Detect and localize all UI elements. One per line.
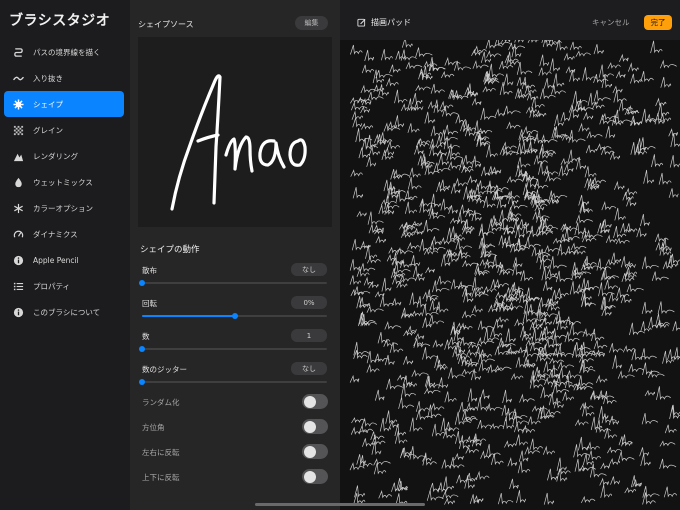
apple-pencil-icon [12,254,24,266]
edit-pencil-icon [357,18,366,27]
count-jitter-value[interactable]: なし [291,362,327,375]
sidebar-item-wet-mix[interactable]: ウェットミックス [4,169,124,195]
done-button[interactable]: 完了 [644,15,672,30]
rotation-slider[interactable] [142,313,327,319]
sidebar-item-apple-pencil[interactable]: Apple Pencil [4,247,124,273]
drawing-pad-title-group: 描画パッド [357,17,411,28]
toggle-knob [303,470,316,483]
sidebar-item-color-options[interactable]: カラーオプション [4,195,124,221]
shape-source-preview[interactable] [138,37,332,227]
brush-stroke-texture [349,31,680,506]
sidebar-item-label: パスの境界線を描く [33,47,101,57]
shape-gear-icon [12,98,24,110]
stroke-path-icon [12,46,24,58]
taper-icon [12,72,24,84]
scatter-label: 散布 [142,266,157,275]
scatter-value[interactable]: なし [291,263,327,276]
rotation-slider-row: 回転 0% [140,296,330,328]
sidebar-item-label: ダイナミクス [33,229,78,239]
scatter-slider-row: 散布 なし [139,263,330,295]
shape-settings-panel: シェイプソース 編集 シェイプの動作 散布 なし 回転 0% 数 1 数のジッタ… [130,0,340,510]
cancel-button[interactable]: キャンセル [592,17,630,28]
count-slider[interactable] [139,346,327,352]
sidebar-item-label: このブラシについて [33,307,101,317]
sidebar: ブラシスタジオ パスの境界線を描く 入り抜き シェイプ グレイン レンダリング … [0,0,130,510]
sidebar-item-label: 入り抜き [33,73,63,83]
rotation-label: 回転 [142,299,157,308]
azimuth-label: 方位角 [142,423,165,432]
flip-x-toggle[interactable] [302,444,328,459]
count-slider-row: 数 1 [139,329,330,361]
toggle-knob [303,420,316,433]
flip-y-toggle-row: 上下に反転 [140,469,330,487]
toggle-knob [303,395,316,408]
info-icon [12,306,24,318]
color-options-icon [12,202,24,214]
sidebar-list: パスの境界線を描く 入り抜き シェイプ グレイン レンダリング ウェットミックス… [4,39,124,325]
properties-list-icon [12,280,24,292]
dynamics-icon [12,228,24,240]
drawing-pad-header: 描画パッド キャンセル 完了 [340,0,680,40]
rotation-slider-knob[interactable] [231,313,238,319]
toggle-knob [303,445,316,458]
grain-icon [12,124,24,136]
flip-x-label: 左右に反転 [142,448,180,457]
scatter-slider[interactable] [139,280,327,286]
sidebar-item-label: プロパティ [33,281,71,291]
sidebar-item-grain[interactable]: グレイン [4,117,124,143]
flip-y-label: 上下に反転 [142,473,180,482]
randomize-label: ランダム化 [142,398,180,407]
sidebar-item-label: カラーオプション [33,203,93,213]
count-slider-knob[interactable] [139,346,145,352]
sidebar-item-label: ウェットミックス [33,177,93,187]
sidebar-item-rendering[interactable]: レンダリング [4,143,124,169]
sidebar-item-taper[interactable]: 入り抜き [4,65,124,91]
sidebar-item-dynamics[interactable]: ダイナミクス [4,221,124,247]
count-jitter-slider[interactable] [139,379,327,385]
count-jitter-slider-row: 数のジッター なし [139,362,330,394]
sidebar-item-label: グレイン [33,125,63,135]
count-label: 数 [142,332,150,341]
sidebar-item-label: シェイプ [33,99,63,109]
sidebar-item-about[interactable]: このブラシについて [4,299,124,325]
home-indicator [255,503,425,506]
count-value[interactable]: 1 [291,329,327,342]
sidebar-item-shape[interactable]: シェイプ [4,91,124,117]
azimuth-toggle-row: 方位角 [140,419,330,437]
drawing-pad-title: 描画パッド [371,18,411,27]
sidebar-item-label: Apple Pencil [33,255,79,265]
shape-behavior-title: シェイプの動作 [140,245,200,255]
drawing-pad-canvas[interactable] [340,0,680,510]
app-title: ブラシスタジオ [9,13,111,29]
azimuth-toggle[interactable] [302,419,328,434]
wet-mix-drop-icon [12,176,24,188]
rotation-value[interactable]: 0% [291,296,327,309]
sidebar-item-stroke-path[interactable]: パスの境界線を描く [4,39,124,65]
shape-preview-image [170,74,307,211]
flip-y-toggle[interactable] [302,469,328,484]
sidebar-item-properties[interactable]: プロパティ [4,273,124,299]
sidebar-item-label: レンダリング [33,151,78,161]
edit-button[interactable]: 編集 [295,16,328,30]
rotation-slider-fill [142,315,235,317]
flip-x-toggle-row: 左右に反転 [140,444,330,462]
randomize-toggle[interactable] [302,394,328,409]
drawing-pad[interactable]: 描画パッド キャンセル 完了 [340,0,680,510]
randomize-toggle-row: ランダム化 [140,394,330,412]
scatter-slider-knob[interactable] [139,280,145,286]
rendering-icon [12,150,24,162]
shape-source-title: シェイプソース [138,20,194,29]
count-jitter-slider-knob[interactable] [139,379,145,385]
count-jitter-label: 数のジッター [142,365,187,374]
